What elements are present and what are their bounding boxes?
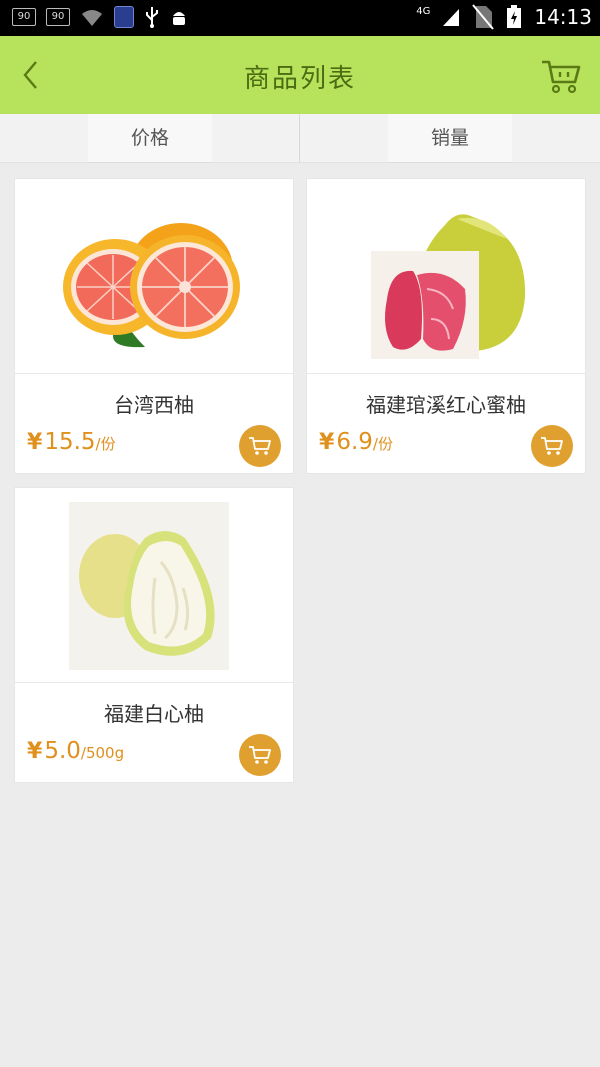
product-name: 福建白心柚 — [104, 702, 204, 726]
status-time: 14:13 — [534, 5, 592, 29]
add-to-cart-button[interactable] — [239, 425, 281, 467]
wifi-icon — [82, 10, 102, 26]
product-card[interactable]: 台湾西柚 ¥15.5/份 — [14, 178, 294, 474]
product-price: ¥6.9/份 — [319, 429, 393, 455]
sort-tab-price[interactable]: 价格 — [0, 114, 300, 163]
status-bar-system: 4G 14:13 — [416, 4, 592, 30]
sort-tab-sales[interactable]: 销量 — [300, 114, 600, 163]
price-value: 5.0 — [44, 738, 81, 764]
signal-icon — [443, 9, 460, 26]
price-value: 15.5 — [44, 429, 96, 455]
status-bar-notifications: 90 90 — [12, 6, 188, 28]
network-type-label: 4G — [416, 5, 431, 17]
product-image — [15, 488, 293, 683]
usb-icon — [146, 7, 158, 28]
product-price: ¥15.5/份 — [27, 429, 116, 455]
currency-symbol: ¥ — [319, 430, 335, 455]
product-name: 福建琯溪红心蜜柚 — [366, 393, 526, 417]
cart-icon — [542, 60, 581, 94]
notification-90-icon: 90 — [46, 8, 70, 26]
phone-icon — [114, 6, 134, 28]
notification-90-icon: 90 — [12, 8, 36, 26]
price-unit: /500g — [80, 744, 125, 762]
product-name: 台湾西柚 — [114, 393, 194, 417]
sort-tab-price-label: 价格 — [88, 114, 212, 163]
cart-icon — [249, 746, 271, 764]
grapefruit-image — [63, 223, 240, 348]
page-title: 商品列表 — [243, 64, 356, 94]
cart-button[interactable] — [540, 56, 582, 96]
cart-icon — [541, 437, 563, 455]
add-to-cart-button[interactable] — [531, 425, 573, 467]
product-card[interactable]: 福建琯溪红心蜜柚 ¥6.9/份 — [306, 178, 586, 474]
no-sim-icon — [472, 4, 495, 30]
product-card[interactable]: 福建白心柚 ¥5.0/500g — [14, 487, 294, 783]
android-icon — [173, 12, 185, 25]
product-image — [307, 179, 585, 374]
red-pomelo-image — [371, 214, 526, 359]
currency-symbol: ¥ — [27, 739, 43, 764]
cart-icon — [249, 437, 271, 455]
add-to-cart-button[interactable] — [239, 734, 281, 776]
sort-bar: 价格 销量 — [0, 114, 600, 163]
sort-tab-sales-label: 销量 — [388, 114, 512, 163]
price-unit: /份 — [95, 435, 116, 453]
battery-charging-icon — [507, 5, 522, 28]
price-value: 6.9 — [336, 429, 373, 455]
status-bar: 90 90 4G 14:13 — [0, 0, 600, 36]
product-image — [15, 179, 293, 374]
price-unit: /份 — [372, 435, 393, 453]
currency-symbol: ¥ — [27, 430, 43, 455]
product-price: ¥5.0/500g — [27, 738, 124, 764]
title-bar: 商品列表 — [0, 36, 600, 114]
white-pomelo-image — [69, 502, 229, 670]
